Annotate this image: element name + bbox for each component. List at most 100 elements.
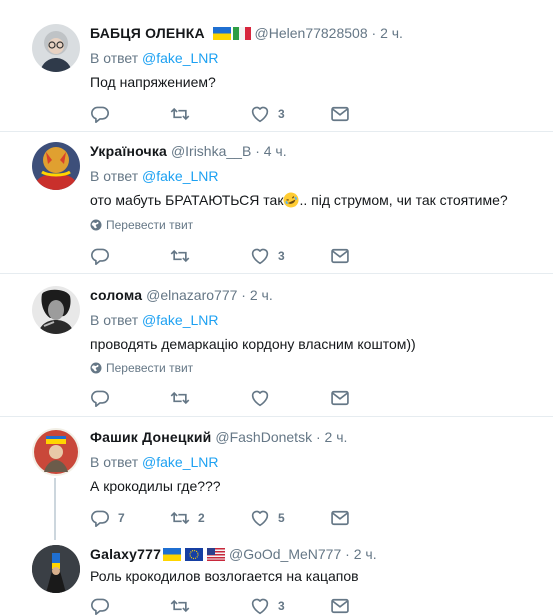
retweet-count: 2 [198,511,205,525]
retweet-icon [170,105,190,123]
tweet-4[interactable]: Фашик Донецкий @FashDonetsk · 2 ч. В отв… [0,417,553,535]
separator-dot: · [315,429,321,445]
tweet-text: Роль крокодилов возлогается на кацапов [90,568,359,584]
mention-link[interactable]: @fake_LNR [142,454,218,470]
reply-icon [90,597,110,615]
globe-icon [90,362,102,374]
avatar[interactable] [32,545,80,593]
avatar[interactable] [32,24,80,72]
mention-link[interactable]: @fake_LNR [142,312,218,328]
like-button[interactable]: 3 [250,596,285,616]
display-name[interactable]: Galaxy777 [90,546,161,562]
tweet-2[interactable]: Україночка @Irishka__B · 4 ч. В ответ @f… [0,132,553,272]
translate-tweet-link[interactable]: Перевести твит [90,217,193,233]
user-handle[interactable]: @elnazaro777 [146,287,237,303]
timestamp[interactable]: 2 ч. [250,287,273,303]
envelope-icon [330,105,350,123]
reply-prefix: В ответ [90,50,139,66]
like-count: 3 [278,249,285,263]
reply-context: В ответ @fake_LNR [90,49,219,67]
retweet-button[interactable] [170,246,198,266]
tweet-5[interactable]: Galaxy777 @GoOd_MeN777 · 2 ч. Роль кроко… [0,536,553,615]
reply-context: В ответ @fake_LNR [90,167,219,185]
timestamp[interactable]: 2 ч. [325,429,348,445]
avatar[interactable] [32,142,80,190]
timestamp[interactable]: 2 ч. [380,25,403,41]
tweet-header: БАБЦЯ ОЛЕНКА @Helen77828508 · 2 ч. [90,24,403,42]
tweet-header: Україночка @Irishka__B · 4 ч. [90,142,287,160]
retweet-button[interactable] [170,104,198,124]
heart-icon [250,597,270,615]
like-count: 3 [278,107,285,121]
like-button[interactable]: 5 [250,508,285,528]
direct-message-button[interactable] [330,104,350,124]
like-count: 3 [278,599,285,613]
reply-icon [90,509,110,527]
retweet-button[interactable] [170,596,198,616]
like-count: 5 [278,511,285,525]
reply-button[interactable] [90,596,118,616]
tweet-3[interactable]: солома @elnazaro777 · 2 ч. В ответ @fake… [0,274,553,415]
separator-dot: · [345,546,350,562]
avatar[interactable] [32,428,80,476]
reply-icon [90,389,110,407]
reply-button[interactable]: 7 [90,508,125,528]
tweet-header: Фашик Донецкий @FashDonetsk · 2 ч. [90,428,347,446]
user-handle[interactable]: @Helen77828508 [255,25,368,41]
tweet-text: ото мабуть БРАТАЮТЬСЯ так .. під струмом,… [90,191,508,209]
user-handle[interactable]: @FashDonetsk [215,429,312,445]
globe-icon [90,219,102,231]
tweet-header: Galaxy777 @GoOd_MeN777 · 2 ч. [90,545,377,563]
direct-message-button[interactable] [330,596,350,616]
envelope-icon [330,247,350,265]
user-handle[interactable]: @Irishka__B [171,143,251,159]
retweet-icon [170,509,190,527]
eu-flag-icon [185,548,203,561]
like-button[interactable]: 3 [250,246,285,266]
heart-icon [250,389,270,407]
tweet-text-part: ото мабуть БРАТАЮТЬСЯ так [90,192,284,208]
like-button[interactable] [250,388,278,408]
display-name[interactable]: Україночка [90,143,167,159]
reply-prefix: В ответ [90,168,139,184]
display-name[interactable]: солома [90,287,142,303]
timestamp[interactable]: 4 ч. [264,143,287,159]
retweet-icon [170,247,190,265]
separator-dot: · [255,143,260,159]
timestamp[interactable]: 2 ч. [354,546,377,562]
reply-button[interactable] [90,104,118,124]
retweet-button[interactable] [170,388,198,408]
reply-prefix: В ответ [90,312,139,328]
translate-label: Перевести твит [106,218,194,232]
tweet-text-part: .. під струмом, чи так стоятиме? [299,192,508,208]
reply-icon [90,105,110,123]
display-name[interactable]: БАБЦЯ ОЛЕНКА [90,25,205,41]
reply-button[interactable] [90,246,118,266]
reply-button[interactable] [90,388,118,408]
mention-link[interactable]: @fake_LNR [142,50,218,66]
ukraine-flag-icon [213,27,231,40]
like-button[interactable]: 3 [250,104,285,124]
ukraine-flag-icon [163,548,181,561]
mention-link[interactable]: @fake_LNR [142,168,218,184]
direct-message-button[interactable] [330,246,350,266]
reply-icon [90,247,110,265]
tweet-text: проводять демаркацію кордону власним кош… [90,336,416,352]
tweet-1[interactable]: БАБЦЯ ОЛЕНКА @Helen77828508 · 2 ч. В отв… [0,0,553,131]
translate-tweet-link[interactable]: Перевести твит [90,360,193,376]
user-handle[interactable]: @GoOd_MeN777 [229,546,341,562]
heart-icon [250,247,270,265]
rofl-emoji-icon [283,192,299,208]
thread-connector-line [54,478,56,540]
envelope-icon [330,597,350,615]
direct-message-button[interactable] [330,388,350,408]
envelope-icon [330,509,350,527]
tweet-text: А крокодилы где??? [90,478,221,494]
tweet-text: Под напряжением? [90,74,216,90]
avatar[interactable] [32,286,80,334]
display-name[interactable]: Фашик Донецкий [90,429,211,445]
reply-context: В ответ @fake_LNR [90,311,219,329]
direct-message-button[interactable] [330,508,350,528]
retweet-button[interactable]: 2 [170,508,205,528]
reply-count: 7 [118,511,125,525]
